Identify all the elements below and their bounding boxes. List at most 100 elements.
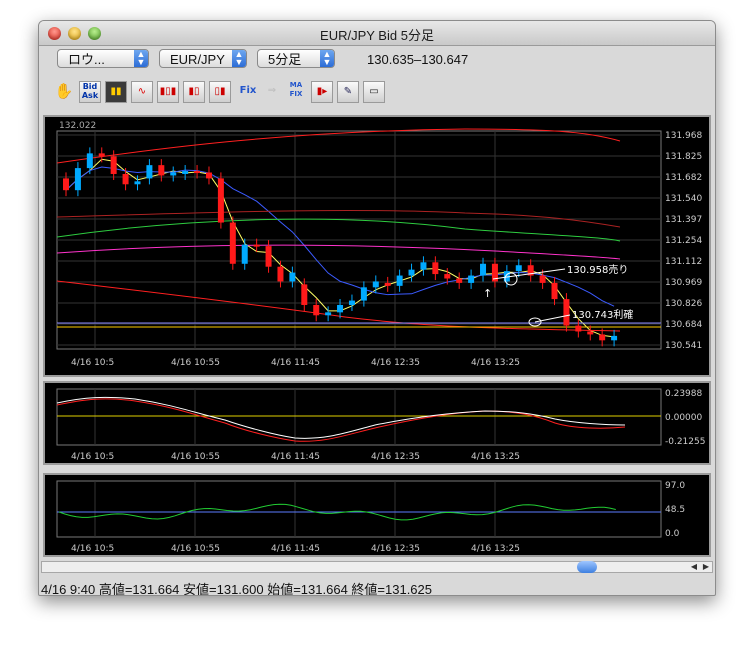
candle-body [348, 300, 355, 305]
y-tick-label: 131.825 [665, 152, 702, 162]
horizontal-scrollbar[interactable]: ◀ ▶ [41, 561, 713, 573]
status-bar: 4/16 9:40 高値=131.664 安値=131.600 始値=131.6… [41, 582, 432, 596]
candle-body [515, 265, 522, 272]
candle-body [444, 274, 451, 279]
y-tick-label: 131.397 [665, 215, 702, 225]
candle-body [325, 312, 332, 316]
osc-x-tick-label: 4/16 10:5 [71, 544, 114, 554]
x-tick-label: 4/16 10:5 [71, 358, 114, 368]
candle-body [229, 222, 236, 264]
candle-body [146, 165, 153, 179]
y-axis-ticks: 131.968 131.825 131.682 131.540 131.397 131.2… [665, 131, 702, 351]
x-tick-label: 4/16 11:45 [271, 358, 320, 368]
candle-body [86, 153, 93, 169]
scroll-left-icon[interactable]: ◀ [688, 562, 700, 572]
osc-y-tick-label: 97.0 [665, 481, 685, 491]
scroll-right-icon[interactable]: ▶ [700, 562, 712, 572]
osc-x-tick-label: 4/16 10:5 [71, 452, 114, 462]
candle-body [313, 304, 320, 316]
osc-y-tick-label: 0.23988 [665, 389, 702, 399]
updown-arrow-icon: ▲ ▼ [320, 50, 334, 67]
candle-body [372, 281, 379, 288]
oscillator-panel-2[interactable]: 97.0 48.5 0.0 4/16 10:5 4/16 10:55 4/16 11:4… [43, 473, 711, 557]
candle-body [563, 299, 570, 326]
chart-style-select[interactable]: ロウ... ▲ ▼ [57, 49, 149, 68]
osc-x-tick-label: 4/16 13:25 [471, 544, 520, 554]
timeframe-select[interactable]: 5分足 ▲ ▼ [257, 49, 335, 68]
candle-body [384, 282, 391, 286]
candle-body [277, 266, 284, 282]
osc1-y-ticks: 0.23988 0.00000 -0.21255 [665, 389, 705, 447]
oscillator-panel-1[interactable]: 0.23988 0.00000 -0.21255 4/16 10:5 4/16 10:… [43, 381, 711, 465]
osc1-red-line [56, 398, 626, 442]
y-tick-label: 130.826 [665, 299, 702, 309]
tp-label: 130.743利確 [572, 308, 633, 321]
bid-ask-icon[interactable]: Bid Ask [79, 81, 101, 103]
candle-body [265, 246, 272, 267]
scroll-thumb[interactable] [577, 561, 597, 573]
y-tick-label: 130.969 [665, 278, 702, 288]
title-bar[interactable]: EUR/JPY Bid 5分足 [39, 21, 715, 46]
print-icon[interactable]: ▭ [363, 81, 385, 103]
candle-toggle-icon[interactable]: ▮▮ [105, 81, 127, 103]
pair-select[interactable]: EUR/JPY ▲ ▼ [159, 49, 247, 68]
upper-band-line [56, 128, 621, 164]
candle-body [110, 156, 117, 174]
ma-fix-icon[interactable]: MA FIX [285, 81, 307, 103]
osc1-x-ticks: 4/16 10:5 4/16 10:55 4/16 11:45 4/16 12:35 4… [71, 452, 520, 462]
osc-y-tick-label: 0.0 [665, 529, 680, 539]
candle-body [539, 275, 546, 283]
osc-x-tick-label: 4/16 11:45 [271, 544, 320, 554]
main-chart-panel[interactable]: 132.022 131.968 131.825 131.682 131.540 131.… [43, 115, 711, 377]
osc-x-tick-label: 4/16 12:35 [371, 452, 420, 462]
osc1-grid [56, 388, 662, 446]
hand-icon[interactable]: ✋ [53, 81, 75, 103]
oscillator-chart-2: 97.0 48.5 0.0 4/16 10:5 4/16 10:55 4/16 11:4… [56, 480, 685, 554]
osc-x-tick-label: 4/16 12:35 [371, 544, 420, 554]
osc-x-tick-label: 4/16 13:25 [471, 452, 520, 462]
fix-icon[interactable]: Fix [237, 81, 259, 103]
x-tick-label: 4/16 10:55 [171, 358, 220, 368]
candle-body [432, 262, 439, 275]
price-chart[interactable]: 132.022 131.968131.825131.682131.540131.… [45, 117, 709, 375]
updown-arrow-icon: ▲ ▼ [134, 50, 148, 67]
candle-body [468, 275, 475, 283]
osc2-x-ticks: 4/16 10:5 4/16 10:55 4/16 11:45 4/16 12:35 4… [71, 544, 520, 554]
y-tick-label: 130.541 [665, 341, 702, 351]
candle-body [182, 171, 189, 174]
candle-body [170, 172, 177, 176]
corner-price-label: 132.022 [59, 121, 96, 131]
pair-value: EUR/JPY [170, 52, 225, 67]
candle-body [420, 262, 427, 270]
y-tick-label: 131.254 [665, 236, 702, 246]
candle-body [241, 244, 248, 264]
candle-body [158, 165, 165, 176]
candle-body [337, 304, 344, 313]
candle-body [551, 282, 558, 300]
magenta-ma-line [56, 244, 621, 260]
candle-body [456, 278, 463, 283]
osc-frame [56, 480, 662, 538]
main-grid [56, 130, 662, 350]
ma-label: MA [289, 81, 303, 89]
osc-frame [56, 388, 662, 446]
window-title: EUR/JPY Bid 5分足 [320, 28, 434, 43]
candle-chart-2-icon[interactable]: ▮▯ [183, 81, 205, 103]
indicator-icon[interactable]: ▮▸ [311, 81, 333, 103]
osc-x-tick-label: 4/16 11:45 [271, 452, 320, 462]
line-chart-icon[interactable]: ∿ [131, 81, 153, 103]
candle-chart-3-icon[interactable]: ▯▮ [209, 81, 231, 103]
chart-window: EUR/JPY Bid 5分足 ロウ... ▲ ▼ EUR/JPY ▲ ▼ 5分足 … [38, 20, 716, 596]
candle-chart-icon[interactable]: ▮▯▮ [157, 81, 179, 103]
candle-body [408, 269, 415, 276]
candle-body [205, 172, 212, 179]
osc-x-tick-label: 4/16 10:55 [171, 452, 220, 462]
updown-arrow-icon: ▲ ▼ [232, 50, 246, 67]
candle-body [194, 171, 201, 174]
pen-icon[interactable]: ✎ [337, 81, 359, 103]
y-tick-label: 131.112 [665, 257, 702, 267]
y-tick-label: 131.682 [665, 173, 702, 183]
x-tick-label: 4/16 12:35 [371, 358, 420, 368]
x-tick-label: 4/16 13:25 [471, 358, 520, 368]
y-tick-label: 131.968 [665, 131, 702, 141]
